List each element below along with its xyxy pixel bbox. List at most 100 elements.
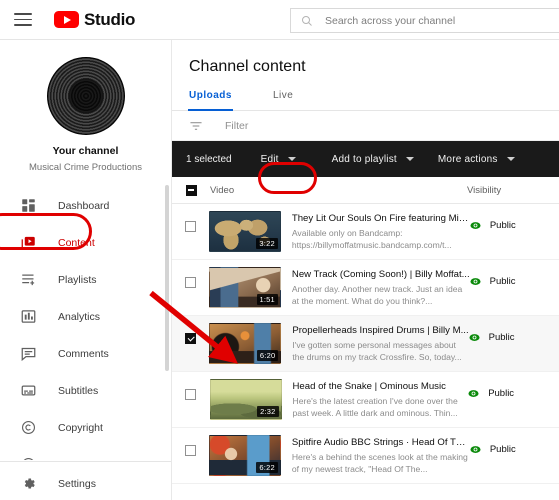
video-thumbnail[interactable]: 6:22 bbox=[208, 435, 281, 476]
sidebar-nav-list: Dashboard Content Playlists Analytics Co… bbox=[0, 187, 171, 500]
gear-icon bbox=[20, 475, 37, 492]
sidebar-label: Comments bbox=[58, 347, 109, 360]
column-header-video: Video bbox=[210, 184, 235, 196]
video-thumbnail[interactable]: 2:32 bbox=[209, 379, 282, 420]
copyright-icon bbox=[20, 419, 37, 436]
visibility-label: Public bbox=[488, 388, 515, 399]
search-icon bbox=[302, 15, 312, 26]
row-checkbox-checked[interactable] bbox=[185, 333, 197, 344]
dashboard-icon bbox=[20, 197, 37, 214]
visibility-cell: Public bbox=[470, 435, 559, 455]
chevron-down-icon bbox=[287, 157, 296, 161]
filter-label: Filter bbox=[225, 119, 249, 132]
content-tabs: Uploads Live bbox=[172, 90, 559, 111]
video-duration: 1:51 bbox=[256, 294, 278, 305]
youtube-logo-icon bbox=[54, 10, 79, 29]
page-title: Channel content bbox=[189, 58, 306, 75]
video-duration: 2:32 bbox=[257, 406, 279, 417]
video-title[interactable]: Head of the Snake | Ominous Music bbox=[293, 380, 469, 393]
sidebar-label: Content bbox=[58, 236, 95, 249]
video-description: Here's the latest creation I've done ove… bbox=[292, 396, 458, 418]
sidebar-label: Monetization bbox=[58, 459, 118, 461]
top-header-bar: Studio bbox=[0, 0, 559, 40]
public-eye-icon bbox=[468, 390, 479, 397]
sidebar-label: Playlists bbox=[58, 273, 97, 286]
sidebar-label: Settings bbox=[58, 477, 96, 490]
row-checkbox[interactable] bbox=[184, 221, 196, 232]
visibility-cell: Public bbox=[470, 211, 559, 231]
selected-count-label: 1 selected bbox=[186, 153, 232, 165]
sidebar-item-analytics[interactable]: Analytics bbox=[0, 298, 171, 335]
table-row[interactable]: 3:22 They Lit Our Souls On Fire featurin… bbox=[172, 204, 559, 260]
sidebar-label: Copyright bbox=[58, 421, 103, 434]
sidebar-item-subtitles[interactable]: Subtitles bbox=[0, 372, 171, 409]
studio-brand-logo[interactable]: Studio bbox=[54, 10, 135, 30]
visibility-label: Public bbox=[489, 276, 516, 287]
sidebar-item-copyright[interactable]: Copyright bbox=[0, 409, 171, 446]
playlists-icon bbox=[20, 271, 37, 288]
channel-title: Your channel bbox=[52, 145, 119, 157]
table-row[interactable]: 1:51 New Track (Coming Soon!) | Billy Mo… bbox=[172, 260, 559, 316]
row-checkbox[interactable] bbox=[184, 445, 196, 456]
tab-live[interactable]: Live bbox=[273, 90, 297, 110]
sidebar-label: Dashboard bbox=[58, 199, 110, 212]
table-row[interactable]: 2:32 Head of the Snake | Ominous Music H… bbox=[172, 372, 559, 428]
add-to-playlist-label: Add to playlist bbox=[331, 153, 397, 165]
sidebar-item-playlists[interactable]: Playlists bbox=[0, 261, 171, 298]
chevron-down-icon bbox=[506, 157, 515, 161]
sidebar-item-comments[interactable]: Comments bbox=[0, 335, 171, 372]
content-icon bbox=[20, 234, 37, 251]
edit-button[interactable]: Edit bbox=[261, 154, 296, 165]
edit-button-label: Edit bbox=[260, 153, 279, 165]
video-description: Here's a behind the scenes look at the m… bbox=[291, 452, 468, 474]
video-description: I've gotten some personal messages about… bbox=[292, 340, 462, 362]
sidebar-item-settings[interactable]: Settings bbox=[0, 465, 171, 500]
tab-uploads[interactable]: Uploads bbox=[188, 90, 236, 111]
video-title[interactable]: They Lit Our Souls On Fire featuring Mik… bbox=[292, 212, 470, 225]
video-thumbnail[interactable]: 1:51 bbox=[208, 267, 281, 308]
table-row[interactable]: 6:22 Spitfire Audio BBC Strings · Head O… bbox=[172, 428, 559, 484]
select-all-checkbox[interactable] bbox=[185, 184, 197, 196]
video-title[interactable]: New Track (Coming Soon!) | Billy Moffat.… bbox=[292, 268, 470, 281]
video-duration: 6:20 bbox=[256, 350, 279, 361]
filter-icon bbox=[190, 121, 202, 130]
video-duration: 6:22 bbox=[256, 462, 278, 473]
visibility-label: Public bbox=[489, 220, 516, 231]
visibility-label: Public bbox=[488, 332, 515, 343]
video-thumbnail[interactable]: 6:20 bbox=[209, 323, 282, 364]
row-checkbox[interactable] bbox=[185, 389, 197, 400]
video-title[interactable]: Propellerheads Inspired Drums | Billy M.… bbox=[292, 324, 468, 337]
sidebar-item-content[interactable]: Content bbox=[0, 224, 171, 261]
row-checkbox[interactable] bbox=[184, 277, 196, 288]
hamburger-menu-icon[interactable] bbox=[14, 13, 32, 26]
main-content-area: Channel content Uploads Live Filter 1 se… bbox=[172, 40, 559, 500]
visibility-cell: Public bbox=[470, 267, 559, 287]
sidebar-label: Analytics bbox=[58, 310, 101, 323]
youtube-studio-window: Studio Your channel Musical Crime Produc… bbox=[0, 0, 559, 500]
table-row-selected[interactable]: 6:20 Propellerheads Inspired Drums | Bil… bbox=[172, 316, 559, 372]
video-duration: 3:22 bbox=[256, 238, 278, 249]
more-actions-label: More actions bbox=[437, 153, 498, 165]
sidebar-divider bbox=[0, 461, 171, 462]
sidebar-label: Subtitles bbox=[58, 384, 99, 397]
channel-avatar-microphone[interactable] bbox=[46, 57, 125, 135]
search-bar[interactable] bbox=[290, 8, 559, 33]
sidebar-item-monetization[interactable]: Monetization bbox=[0, 446, 171, 460]
subtitles-icon bbox=[20, 382, 37, 399]
monetization-icon bbox=[20, 456, 37, 460]
video-thumbnail[interactable]: 3:22 bbox=[208, 211, 281, 252]
left-sidebar: Your channel Musical Crime Productions D… bbox=[0, 40, 172, 500]
chevron-down-icon bbox=[405, 157, 414, 161]
filter-bar[interactable]: Filter bbox=[172, 111, 559, 141]
public-eye-icon bbox=[470, 222, 481, 229]
column-header-visibility: Visibility bbox=[467, 184, 502, 196]
brand-label: Studio bbox=[84, 9, 136, 29]
video-description: Available only on Bandcamp: https://bill… bbox=[291, 228, 452, 250]
sidebar-item-dashboard[interactable]: Dashboard bbox=[0, 187, 171, 224]
vertical-scrollbar[interactable] bbox=[165, 185, 169, 371]
more-actions-button[interactable]: More actions bbox=[438, 154, 515, 165]
video-title[interactable]: Spitfire Audio BBC Strings · Head Of The… bbox=[292, 436, 470, 449]
search-input[interactable] bbox=[325, 14, 545, 27]
channel-name: Musical Crime Productions bbox=[29, 162, 142, 173]
add-to-playlist-button[interactable]: Add to playlist bbox=[332, 154, 414, 165]
